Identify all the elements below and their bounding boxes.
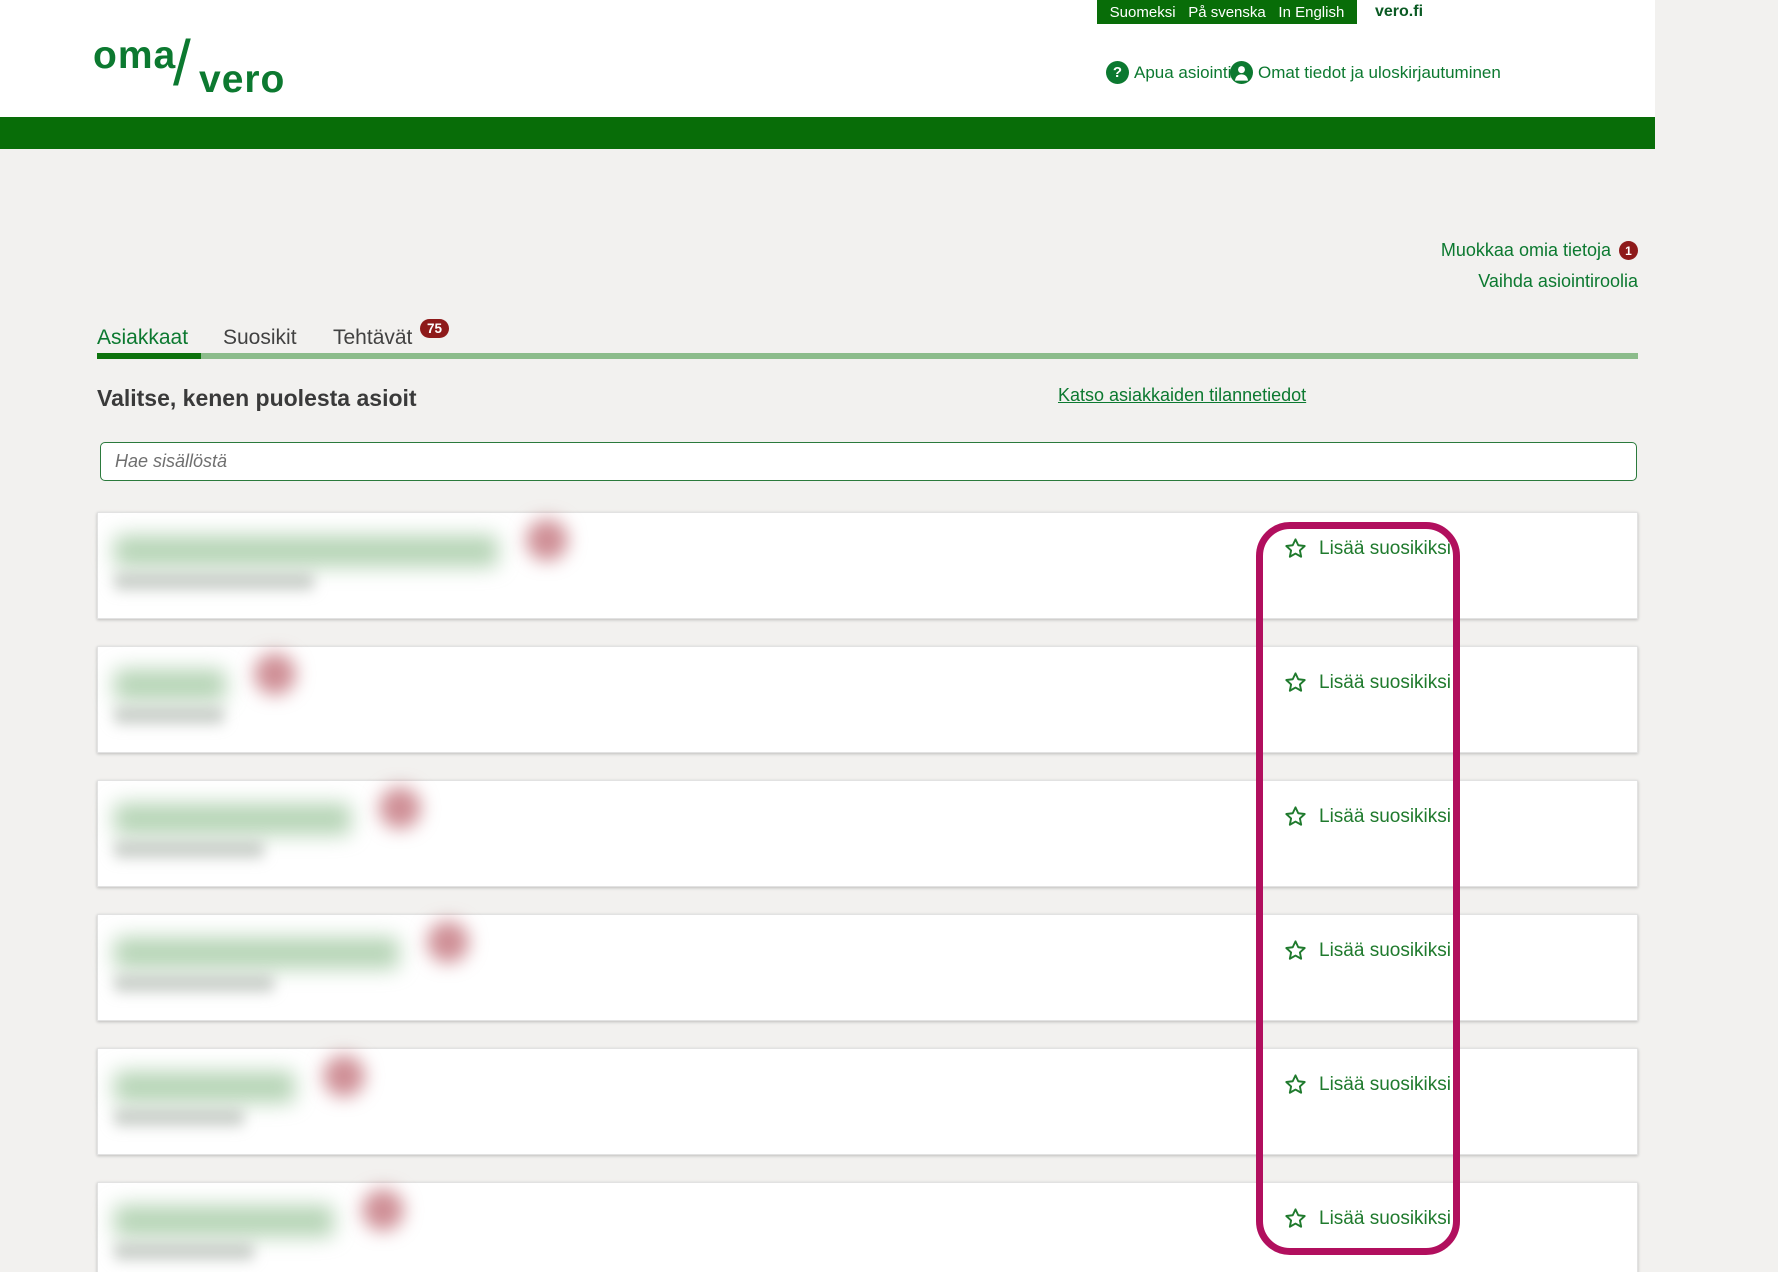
add-favorite-button[interactable]: Lisää suosikiksi — [1284, 805, 1451, 828]
customer-id-redacted — [114, 1243, 254, 1260]
page-title: Valitse, kenen puolesta asioit — [97, 385, 417, 412]
tab-asiakkaat[interactable]: Asiakkaat — [97, 326, 188, 350]
customer-card[interactable]: Lisää suosikiksi — [97, 1048, 1638, 1155]
tehtavat-count-badge: 75 — [420, 319, 449, 338]
customer-name-redacted — [114, 937, 399, 969]
omavero-page: oma / vero Suomeksi På svenska In Englis… — [0, 0, 1778, 1272]
tab-tehtavat[interactable]: Tehtävät — [333, 326, 412, 350]
omavero-logo[interactable]: oma / vero — [93, 30, 303, 105]
lang-link-finnish[interactable]: Suomeksi — [1110, 4, 1176, 21]
edit-own-info-badge: 1 — [1619, 241, 1638, 260]
star-icon — [1284, 939, 1307, 962]
add-favorite-button[interactable]: Lisää suosikiksi — [1284, 939, 1451, 962]
header-divider-bar — [0, 117, 1655, 149]
customer-card[interactable]: Lisää suosikiksi — [97, 1182, 1638, 1272]
language-nav: Suomeksi På svenska In English — [1097, 0, 1357, 24]
tabs-underline — [97, 353, 1638, 359]
lang-link-swedish[interactable]: På svenska — [1188, 4, 1266, 21]
customer-badge-redacted — [362, 1189, 404, 1231]
active-tab-underline — [97, 353, 201, 359]
customer-badge-redacted — [323, 1055, 365, 1097]
customer-id-redacted — [114, 573, 314, 590]
verofi-link[interactable]: vero.fi — [1375, 3, 1423, 21]
add-favorite-label: Lisää suosikiksi — [1319, 940, 1451, 962]
customer-card[interactable]: Lisää suosikiksi — [97, 780, 1638, 887]
edit-own-info-link[interactable]: Muokkaa omia tietoja — [1441, 240, 1611, 261]
add-favorite-label: Lisää suosikiksi — [1319, 1208, 1451, 1230]
star-icon — [1284, 1207, 1307, 1230]
customer-badge-redacted — [427, 921, 469, 963]
logo-text-vero: vero — [199, 58, 285, 102]
customer-card[interactable]: Lisää suosikiksi — [97, 646, 1638, 753]
logo-text-oma: oma — [93, 34, 176, 78]
customer-name-redacted — [114, 1205, 334, 1237]
switch-role-row: Vaihda asiointiroolia — [1478, 271, 1638, 292]
add-favorite-label: Lisää suosikiksi — [1319, 538, 1451, 560]
add-favorite-label: Lisää suosikiksi — [1319, 806, 1451, 828]
add-favorite-label: Lisää suosikiksi — [1319, 672, 1451, 694]
user-icon — [1230, 61, 1253, 84]
customer-badge-redacted — [379, 787, 421, 829]
customer-name-redacted — [114, 803, 351, 835]
tab-suosikit[interactable]: Suosikit — [223, 326, 297, 350]
customer-badge-redacted — [254, 653, 296, 695]
help-link[interactable]: Apua asiointiin — [1134, 63, 1245, 83]
add-favorite-button[interactable]: Lisää suosikiksi — [1284, 1207, 1451, 1230]
star-icon — [1284, 1073, 1307, 1096]
add-favorite-button[interactable]: Lisää suosikiksi — [1284, 1073, 1451, 1096]
customer-status-link[interactable]: Katso asiakkaiden tilannetiedot — [1058, 385, 1306, 406]
customer-card[interactable]: Lisää suosikiksi — [97, 914, 1638, 1021]
search-input[interactable] — [100, 442, 1637, 481]
customer-id-redacted — [114, 707, 224, 724]
person-glyph — [1230, 61, 1253, 84]
customer-card[interactable]: Lisää suosikiksi — [97, 512, 1638, 619]
customer-name-redacted — [114, 535, 498, 567]
star-icon — [1284, 805, 1307, 828]
customer-id-redacted — [114, 1109, 244, 1126]
account-link[interactable]: Omat tiedot ja uloskirjautuminen — [1258, 63, 1501, 83]
add-favorite-button[interactable]: Lisää suosikiksi — [1284, 671, 1451, 694]
lang-link-english[interactable]: In English — [1278, 4, 1344, 21]
customer-id-redacted — [114, 975, 274, 992]
star-icon — [1284, 537, 1307, 560]
add-favorite-button[interactable]: Lisää suosikiksi — [1284, 537, 1451, 560]
customer-badge-redacted — [526, 519, 568, 561]
customer-id-redacted — [114, 841, 264, 858]
star-icon — [1284, 671, 1307, 694]
help-icon: ? — [1106, 61, 1129, 84]
add-favorite-label: Lisää suosikiksi — [1319, 1074, 1451, 1096]
customer-name-redacted — [114, 1071, 295, 1103]
logo-slash: / — [173, 26, 191, 100]
customer-name-redacted — [114, 669, 226, 701]
switch-role-link[interactable]: Vaihda asiointiroolia — [1478, 271, 1638, 292]
edit-own-info-row: Muokkaa omia tietoja 1 — [1441, 240, 1638, 261]
